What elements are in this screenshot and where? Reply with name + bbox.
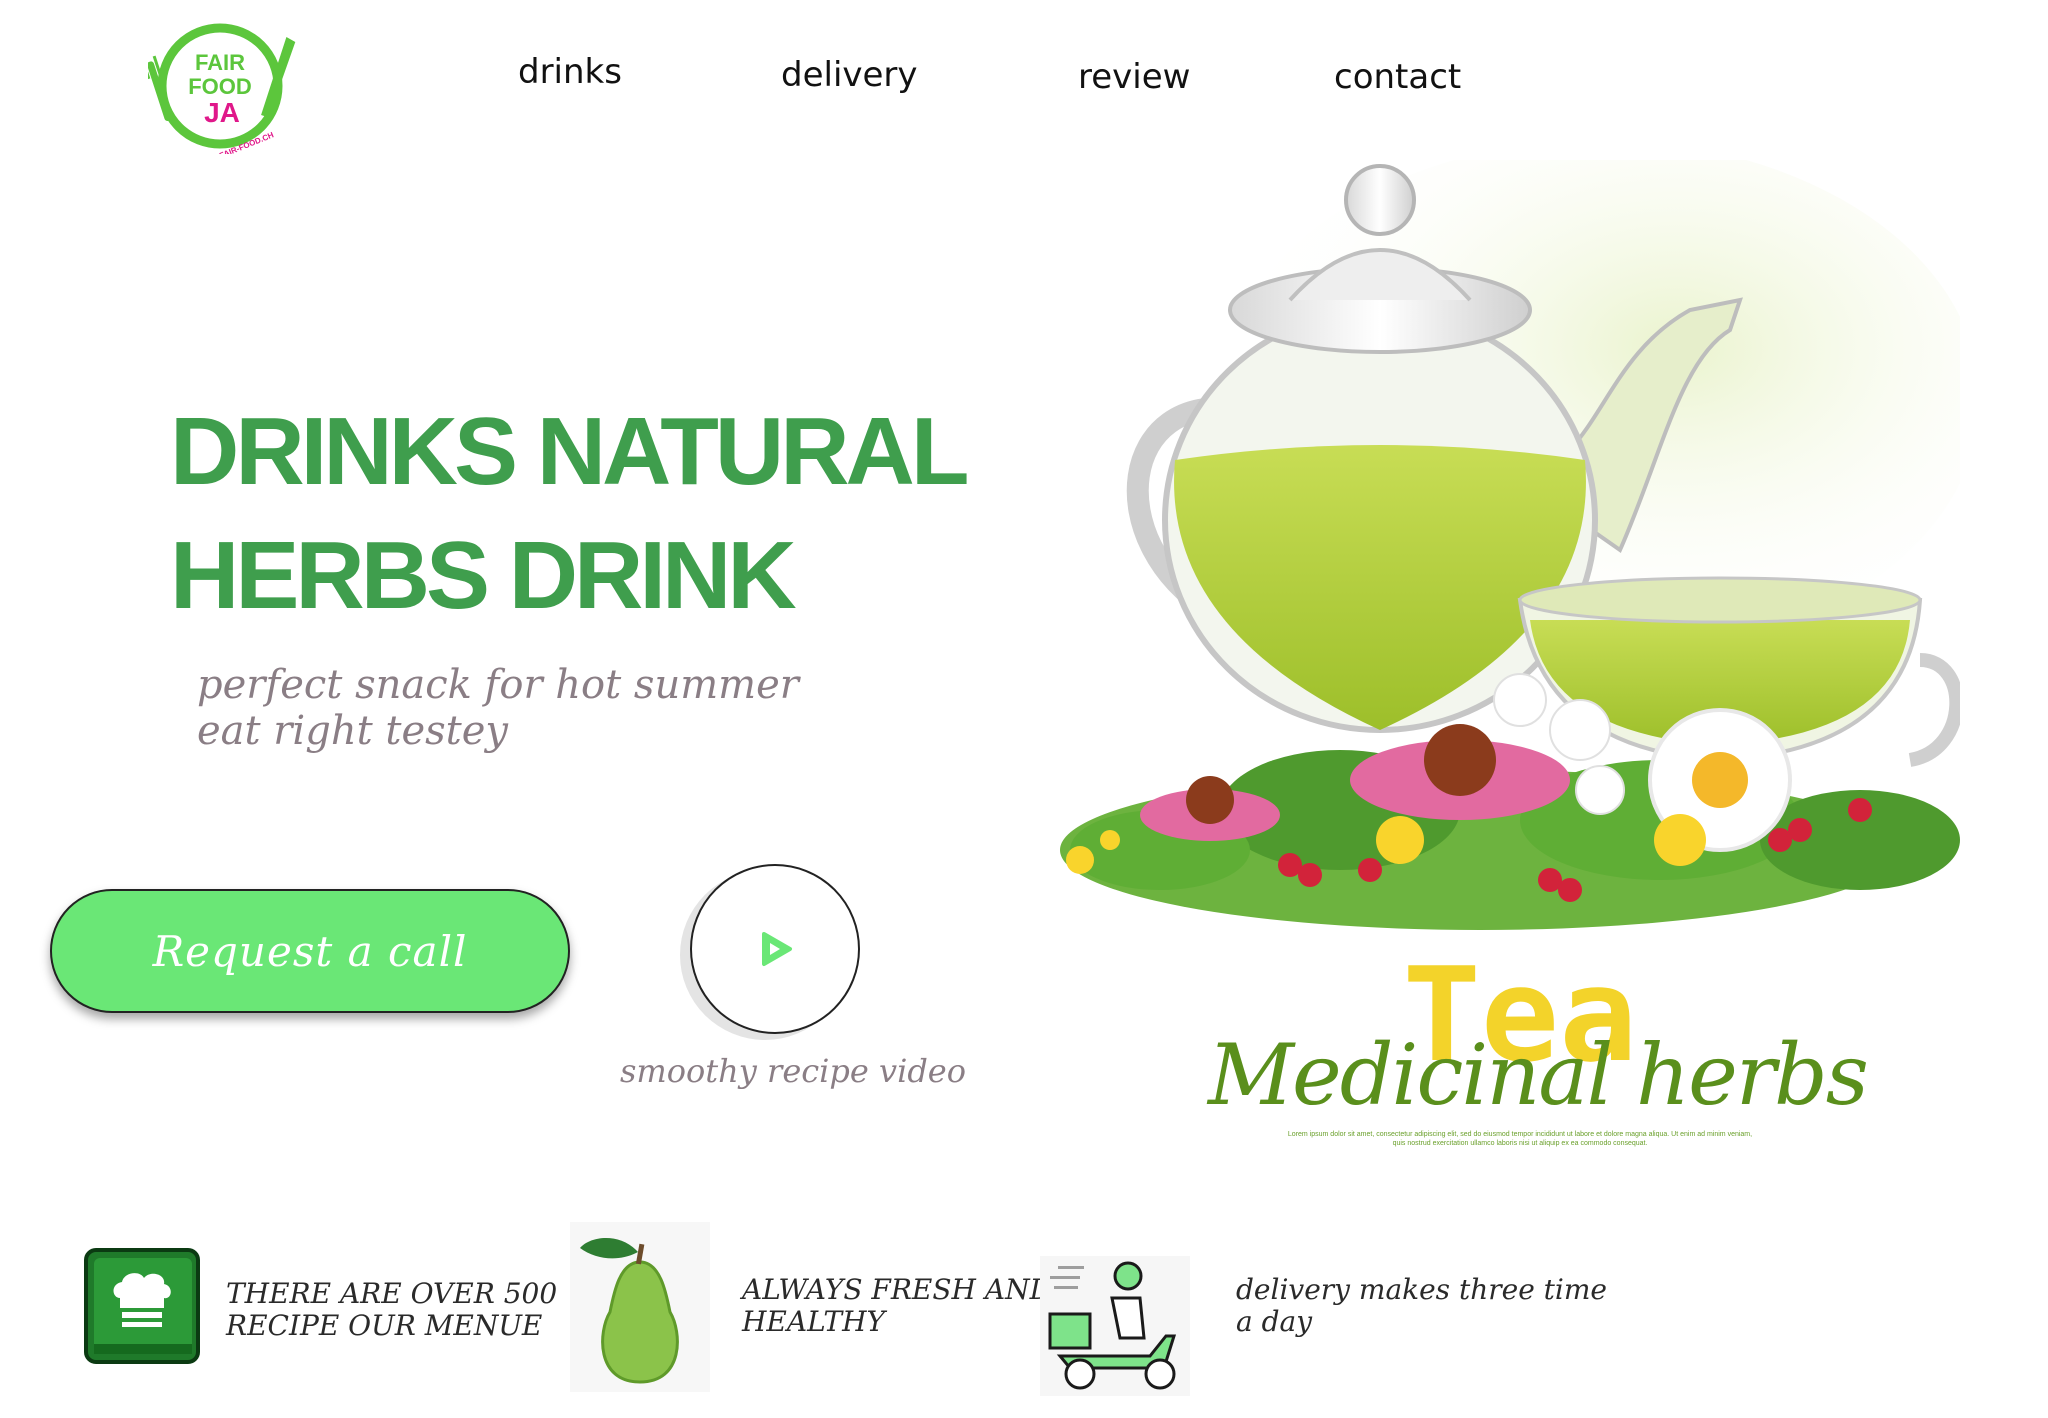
svg-text:FOOD: FOOD (188, 74, 252, 99)
svg-text:JA: JA (204, 97, 240, 128)
delivery-scooter-icon (1040, 1256, 1190, 1396)
nav-delivery[interactable]: delivery (781, 55, 918, 95)
recipe-book-icon (82, 1246, 202, 1366)
nav-review[interactable]: review (1078, 57, 1190, 97)
hero-subtitle: perfect snack for hot summer eat right t… (197, 662, 837, 754)
play-video-button[interactable] (690, 864, 860, 1034)
hero-subtitle-line2: eat right testey (197, 708, 508, 754)
request-call-label: Request a call (152, 926, 468, 976)
feature-fresh-text: ALWAYS FRESH AND HEALTHY (742, 1274, 1052, 1338)
feature-fresh-line1: ALWAYS FRESH AND (742, 1273, 1053, 1306)
video-label: smoothy recipe video (620, 1052, 966, 1090)
feature-fresh-line2: HEALTHY (742, 1305, 885, 1338)
hero-title: DRINKS NATURAL HERBS DRINK (170, 390, 1030, 638)
svg-text:FAIR: FAIR (195, 50, 245, 75)
fine-print: Lorem ipsum dolor sit amet, consectetur … (1260, 1130, 1780, 1148)
teapot-and-cup-image (1060, 140, 1980, 930)
feature-recipes-text: THERE ARE OVER 500 RECIPE OUR MENUE (226, 1278, 557, 1342)
fine-print-line1: Lorem ipsum dolor sit amet, consectetur … (1287, 1131, 1753, 1138)
brand-logo[interactable]: FAIR FOOD JA FAIR-FOOD.CH (141, 22, 296, 160)
feature-delivery-line1: delivery makes three time (1236, 1273, 1607, 1306)
feature-recipes-line2: RECIPE OUR MENUE (226, 1309, 543, 1342)
play-icon (762, 932, 792, 966)
pear-icon (570, 1222, 710, 1392)
feature-delivery-text: delivery makes three time a day (1236, 1274, 1607, 1338)
hero-title-line1: DRINKS NATURAL (170, 398, 969, 505)
hero-subtitle-line1: perfect snack for hot summer (197, 662, 799, 708)
fair-food-logo-icon: FAIR FOOD JA FAIR-FOOD.CH (141, 23, 296, 160)
feature-recipes-line1: THERE ARE OVER 500 (226, 1277, 558, 1310)
medicinal-herbs-word: Medicinal herbs (1208, 1026, 1869, 1124)
feature-delivery-line2: a day (1236, 1305, 1313, 1338)
herbal-tea-illustration (1040, 140, 1980, 960)
nav-contact[interactable]: contact (1334, 57, 1461, 97)
hero-title-line2: HERBS DRINK (170, 522, 797, 629)
request-call-button[interactable]: Request a call (50, 889, 570, 1013)
fine-print-line2: quis nostrud exercitation ullamco labori… (1392, 1140, 1648, 1147)
nav-drinks[interactable]: drinks (518, 52, 622, 92)
